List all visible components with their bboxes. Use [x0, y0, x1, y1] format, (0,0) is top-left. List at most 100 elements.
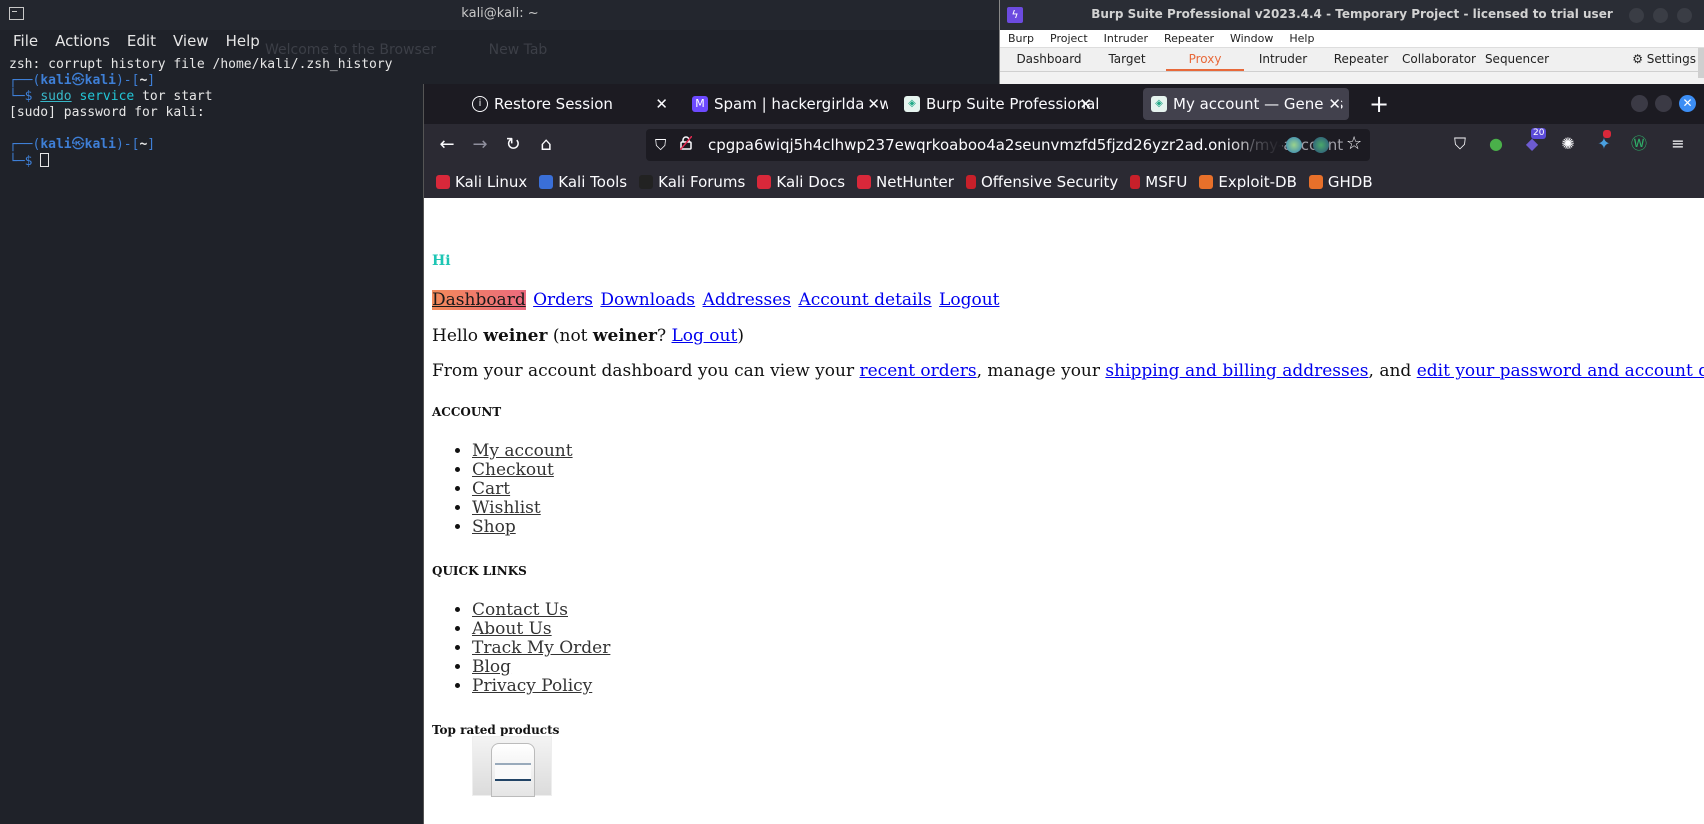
close-icon[interactable] — [1677, 8, 1692, 23]
burp-tab-sequencer[interactable]: Sequencer — [1478, 48, 1556, 71]
tracking-shield-icon[interactable]: ⛉ — [655, 136, 666, 154]
home-icon[interactable]: ⌂ — [533, 132, 559, 158]
maximize-icon[interactable] — [1653, 8, 1668, 23]
url-bar[interactable]: ⛉ cpgpa6wiqj5h4clhwp237ewqrkoaboo4a2seun… — [646, 129, 1370, 161]
bookmark-ghdb[interactable]: GHDB — [1308, 166, 1373, 198]
burp-tab-repeater[interactable]: Repeater — [1322, 48, 1400, 71]
burp-tab-proxy[interactable]: Proxy — [1166, 48, 1244, 71]
world-extension-icon[interactable] — [1313, 137, 1329, 153]
logout-link[interactable]: Log out — [672, 326, 738, 346]
nav-dashboard[interactable]: Dashboard — [432, 290, 526, 310]
bookmark-star-icon[interactable]: ☆ — [1346, 133, 1362, 154]
kali-tools-icon — [539, 175, 554, 189]
account-navigation: Dashboard Orders Downloads Addresses Acc… — [432, 290, 1001, 310]
nav-account-details[interactable]: Account details — [798, 290, 931, 310]
link-privacy-policy[interactable]: Privacy Policy — [472, 676, 592, 696]
bookmark-nethunter[interactable]: NetHunter — [857, 166, 954, 198]
menu-help[interactable]: Help — [226, 30, 260, 56]
addresses-link[interactable]: shipping and billing addresses — [1105, 361, 1368, 381]
burp-settings-button[interactable]: ⚙ Settings — [1632, 52, 1696, 66]
reload-icon[interactable]: ↻ — [500, 132, 526, 158]
shield-extension-icon[interactable]: ◆ 20 — [1522, 128, 1547, 154]
cookie-extension-icon[interactable]: ✺ — [1558, 134, 1578, 154]
close-tab-icon[interactable]: ✕ — [1324, 88, 1341, 120]
burp-tab-intruder[interactable]: Intruder — [1244, 48, 1322, 71]
bookmark-label: Kali Linux — [455, 173, 528, 191]
burp-scrollbar[interactable] — [1698, 48, 1704, 78]
wappalyzer-icon[interactable]: Ⓦ — [1629, 134, 1649, 154]
hamburger-menu-icon[interactable]: ≡ — [1668, 134, 1688, 154]
tab-restore-session[interactable]: i Restore Session ✕ — [464, 88, 676, 120]
command-args: tor start — [134, 89, 213, 104]
list-item: Cart — [472, 480, 573, 499]
bookmark-kali-linux[interactable]: Kali Linux — [436, 166, 527, 198]
close-tab-icon[interactable]: ✕ — [655, 88, 668, 120]
lock-icon[interactable] — [680, 136, 692, 150]
link-blog[interactable]: Blog — [472, 657, 511, 677]
minimize-icon[interactable] — [1629, 8, 1644, 23]
navigation-toolbar: ← → ↻ ⌂ ⛉ cpgpa6wiqj5h4clhwp237ewqrkoabo… — [424, 124, 1704, 166]
link-about-us[interactable]: About Us — [472, 619, 552, 639]
bookmark-label: Offensive Security — [980, 173, 1119, 191]
dragon-extension-icon[interactable]: ● — [1486, 134, 1506, 154]
close-tab-icon[interactable]: ✕ — [1079, 88, 1092, 120]
menu-actions[interactable]: Actions — [55, 30, 110, 56]
burp-tab-target[interactable]: Target — [1088, 48, 1166, 71]
burp-menu-project[interactable]: Project — [1050, 30, 1088, 47]
link-contact-us[interactable]: Contact Us — [472, 600, 568, 620]
globe-extension-icon[interactable] — [1286, 137, 1302, 153]
quick-links-list: Contact Us About Us Track My Order Blog … — [472, 601, 610, 696]
offsec-icon — [965, 175, 976, 189]
bookmark-offensive-security[interactable]: Offensive Security — [965, 166, 1119, 198]
pocket-icon[interactable]: ⛉ — [1450, 134, 1470, 154]
bookmark-label: Exploit-DB — [1218, 173, 1297, 191]
tab-my-account[interactable]: ◈ My account — Genesis Dr ✕ — [1143, 88, 1349, 120]
link-my-account[interactable]: My account — [472, 441, 573, 461]
terminal-output[interactable]: zsh: corrupt history file /home/kali/.zs… — [9, 57, 393, 170]
burp-menu-window[interactable]: Window — [1230, 30, 1273, 47]
link-wishlist[interactable]: Wishlist — [472, 498, 541, 518]
burp-menu-burp[interactable]: Burp — [1008, 30, 1034, 47]
burp-menu-intruder[interactable]: Intruder — [1104, 30, 1148, 47]
forward-arrow-icon[interactable]: → — [467, 132, 493, 158]
tab-burp-suite[interactable]: ◈ Burp Suite Professional ✕ — [896, 88, 1100, 120]
link-shop[interactable]: Shop — [472, 517, 516, 537]
nav-orders[interactable]: Orders — [533, 290, 593, 310]
link-track-order[interactable]: Track My Order — [472, 638, 610, 658]
bug-extension-icon[interactable]: ✦ — [1594, 130, 1614, 154]
nav-addresses[interactable]: Addresses — [703, 290, 791, 310]
close-window-icon[interactable]: ✕ — [1679, 95, 1696, 112]
burp-tab-dashboard[interactable]: Dashboard — [1010, 48, 1088, 71]
new-tab-button[interactable]: + — [1369, 88, 1389, 120]
msfu-icon — [1130, 175, 1141, 189]
bookmark-kali-tools[interactable]: Kali Tools — [539, 166, 627, 198]
gear-icon: ⚙ — [1632, 52, 1647, 66]
recent-orders-link[interactable]: recent orders — [859, 361, 976, 381]
nav-logout[interactable]: Logout — [939, 290, 999, 310]
menu-view[interactable]: View — [173, 30, 209, 56]
bookmark-kali-forums[interactable]: Kali Forums — [639, 166, 745, 198]
burp-menu-help[interactable]: Help — [1289, 30, 1314, 47]
kali-forums-icon — [639, 175, 654, 189]
prompt-user: kali — [40, 137, 72, 152]
maximize-icon[interactable] — [1655, 95, 1672, 112]
nav-downloads[interactable]: Downloads — [600, 290, 695, 310]
close-tab-icon[interactable]: ✕ — [863, 88, 880, 120]
burp-tab-collaborator[interactable]: Collaborator — [1400, 48, 1478, 71]
tab-spam-mail[interactable]: M Spam | hackergirldarkweb ✕ — [684, 88, 888, 120]
menu-edit[interactable]: Edit — [127, 30, 156, 56]
bookmark-exploit-db[interactable]: Exploit-DB — [1199, 166, 1297, 198]
product-thumbnail[interactable] — [472, 736, 552, 797]
tab-label: Burp Suite Professional — [926, 95, 1100, 113]
bookmark-kali-docs[interactable]: Kali Docs — [757, 166, 845, 198]
link-checkout[interactable]: Checkout — [472, 460, 554, 480]
link-cart[interactable]: Cart — [472, 479, 510, 499]
burp-menu-repeater[interactable]: Repeater — [1164, 30, 1214, 47]
url-fade — [1226, 129, 1282, 161]
bookmark-label: MSFU — [1145, 173, 1188, 191]
bookmark-msfu[interactable]: MSFU — [1130, 166, 1187, 198]
minimize-icon[interactable] — [1631, 95, 1648, 112]
account-details-link[interactable]: edit your password and account details — [1417, 361, 1704, 381]
back-arrow-icon[interactable]: ← — [434, 132, 460, 158]
menu-file[interactable]: File — [13, 30, 38, 56]
